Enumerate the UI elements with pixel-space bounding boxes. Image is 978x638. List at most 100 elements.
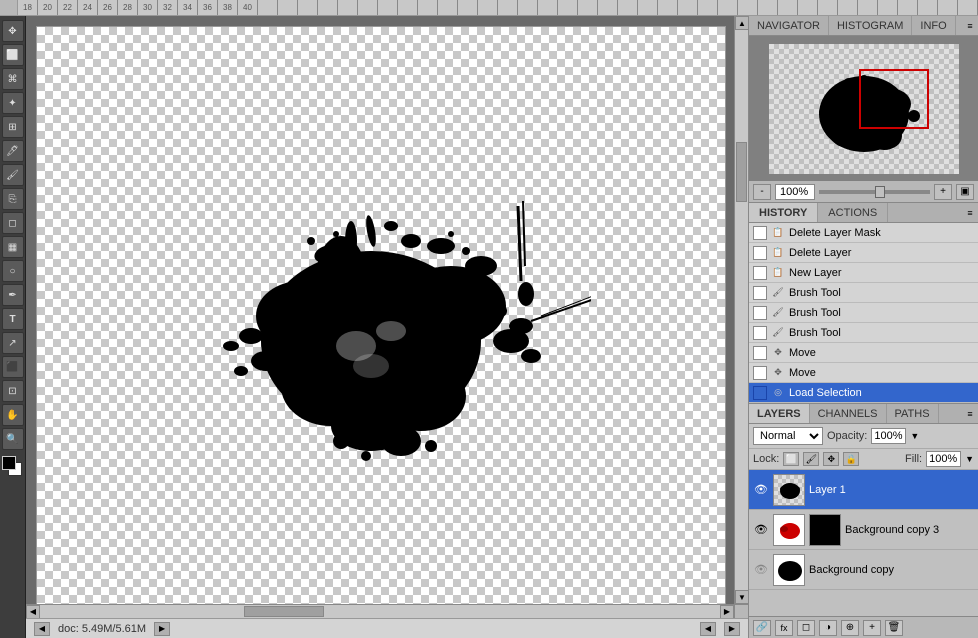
lock-all-btn[interactable]: 🔒 — [843, 452, 859, 466]
zoom-out-button[interactable]: - — [753, 184, 771, 200]
history-item[interactable]: 🖌 Brush Tool — [749, 303, 978, 323]
layer-adjustment-btn[interactable]: ◑ — [819, 620, 837, 636]
history-tabs: HISTORY ACTIONS ≡ — [749, 203, 978, 223]
history-item[interactable]: 🖌 Brush Tool — [749, 323, 978, 343]
lasso-tool-button[interactable]: ⌘ — [2, 68, 24, 90]
magic-wand-tool-button[interactable]: ✦ — [2, 92, 24, 114]
eyedropper-tool-button[interactable]: 🖊 — [2, 140, 24, 162]
canvas-container — [26, 16, 734, 604]
opacity-input[interactable] — [871, 428, 906, 444]
tab-channels[interactable]: CHANNELS — [810, 404, 887, 423]
blend-mode-select[interactable]: Normal — [753, 427, 823, 445]
zoom-input[interactable] — [775, 184, 815, 200]
canvas-scroll-container: ▲ ▼ ◀ ▶ — [26, 16, 748, 618]
history-snap — [753, 346, 767, 360]
eraser-tool-button[interactable]: ◻ — [2, 212, 24, 234]
fill-arrow[interactable]: ▼ — [965, 454, 974, 464]
scroll-track-horizontal[interactable] — [40, 605, 720, 618]
history-item-label: New Layer — [789, 267, 842, 279]
tab-layers[interactable]: LAYERS — [749, 404, 810, 423]
layer-item-bgcopy3[interactable]: 👁 Background copy 3 — [749, 510, 978, 550]
tab-history[interactable]: HISTORY — [749, 203, 818, 222]
lock-pixels-btn[interactable]: ⬜ — [783, 452, 799, 466]
history-item-icon: ✥ — [771, 346, 785, 360]
status-nav-right[interactable]: ▶ — [724, 622, 740, 636]
history-options-btn[interactable]: ≡ — [962, 203, 978, 222]
zoom-slider[interactable] — [819, 190, 930, 194]
tab-navigator[interactable]: NAVIGATOR — [749, 16, 829, 35]
history-item[interactable]: ✥ Move — [749, 343, 978, 363]
history-item[interactable]: ✥ Move — [749, 363, 978, 383]
history-item-icon: 🖌 — [771, 286, 785, 300]
layer-mask-btn[interactable]: ◻ — [797, 620, 815, 636]
layer-group-btn[interactable]: ⊕ — [841, 620, 859, 636]
zoom-fit-button[interactable]: ▣ — [956, 184, 974, 200]
pen-tool-button[interactable]: ✒ — [2, 284, 24, 306]
layer-visibility-eye[interactable]: 👁 — [753, 522, 769, 538]
lock-paint-btn[interactable]: 🖌 — [803, 452, 819, 466]
path-selection-button[interactable]: ↗ — [2, 332, 24, 354]
canvas-vertical-scrollbar[interactable]: ▲ ▼ — [734, 16, 748, 604]
layer-item-bgcopy[interactable]: 👁 Background copy — [749, 550, 978, 590]
tab-info[interactable]: INFO — [912, 16, 955, 35]
layer-link-btn[interactable]: 🔗 — [753, 620, 771, 636]
fill-input[interactable] — [926, 451, 961, 467]
zoom-slider-thumb[interactable] — [875, 186, 885, 198]
history-item-active[interactable]: ◎ Load Selection — [749, 383, 978, 403]
status-left-btn[interactable]: ◀ — [34, 622, 50, 636]
gradient-tool-button[interactable]: ▦ — [2, 236, 24, 258]
zoom-in-button[interactable]: + — [934, 184, 952, 200]
navigator-preview — [749, 36, 978, 181]
dodge-tool-button[interactable]: ○ — [2, 260, 24, 282]
tab-histogram[interactable]: HISTOGRAM — [829, 16, 912, 35]
opacity-arrow[interactable]: ▼ — [910, 431, 919, 441]
layer-fx-btn[interactable]: fx — [775, 620, 793, 636]
status-nav-left[interactable]: ◀ — [700, 622, 716, 636]
shape-tool-button[interactable]: ⬛ — [2, 356, 24, 378]
scroll-right-button[interactable]: ▶ — [720, 605, 734, 619]
marquee-tool-button[interactable]: ⬜ — [2, 44, 24, 66]
history-item[interactable]: 🖌 Brush Tool — [749, 283, 978, 303]
layer-new-btn[interactable]: + — [863, 620, 881, 636]
scroll-up-button[interactable]: ▲ — [735, 16, 748, 30]
scroll-left-button[interactable]: ◀ — [26, 605, 40, 619]
layer-item-layer1[interactable]: 👁 Layer 1 — [749, 470, 978, 510]
brush-tool-button[interactable]: 🖌 — [2, 164, 24, 186]
top-panel-options-btn[interactable]: ≡ — [962, 21, 978, 31]
history-panel: HISTORY ACTIONS ≡ 📋 Delete Layer Mask 📋 … — [749, 203, 978, 404]
type-tool-button[interactable]: T — [2, 308, 24, 330]
left-toolbar: ✥ ⬜ ⌘ ✦ ⊞ 🖊 🖌 ⎘ ◻ ▦ ○ ✒ T ↗ ⬛ ⊡ ✋ 🔍 — [0, 16, 26, 638]
history-item[interactable]: 📋 Delete Layer Mask — [749, 223, 978, 243]
move-tool-button[interactable]: ✥ — [2, 20, 24, 42]
canvas-document[interactable] — [36, 26, 726, 604]
clone-tool-button[interactable]: ⎘ — [2, 188, 24, 210]
tab-actions[interactable]: ACTIONS — [818, 203, 888, 222]
crop-tool-button[interactable]: ⊞ — [2, 116, 24, 138]
layers-lock-bar: Lock: ⬜ 🖌 ✥ 🔒 Fill: ▼ — [749, 449, 978, 470]
history-item[interactable]: 📋 Delete Layer — [749, 243, 978, 263]
scroll-track-vertical[interactable] — [735, 30, 748, 590]
3d-tool-button[interactable]: ⊡ — [2, 380, 24, 402]
zoom-tool-button[interactable]: 🔍 — [2, 428, 24, 450]
scroll-thumb-horizontal[interactable] — [244, 606, 324, 617]
foreground-color-swatch[interactable] — [2, 456, 16, 470]
history-item-icon: 📋 — [771, 246, 785, 260]
history-item[interactable]: 📋 New Layer — [749, 263, 978, 283]
layers-options-btn[interactable]: ≡ — [962, 404, 978, 423]
canvas-area: ▲ ▼ ◀ ▶ ◀ — [26, 16, 748, 638]
layer-delete-btn[interactable]: 🗑 — [885, 620, 903, 636]
layer-thumb-svg — [774, 475, 805, 506]
layers-panel: LAYERS CHANNELS PATHS ≡ Normal Opacity: … — [749, 404, 978, 638]
scroll-thumb-vertical[interactable] — [736, 142, 747, 202]
history-item-icon: 🖌 — [771, 306, 785, 320]
status-right-btn[interactable]: ▶ — [154, 622, 170, 636]
lock-move-btn[interactable]: ✥ — [823, 452, 839, 466]
history-item-label: Delete Layer Mask — [789, 227, 881, 239]
canvas-horizontal-scrollbar[interactable]: ◀ ▶ — [26, 604, 734, 618]
scroll-down-button[interactable]: ▼ — [735, 590, 748, 604]
history-snap — [753, 306, 767, 320]
layer-visibility-eye[interactable]: 👁 — [753, 562, 769, 578]
tab-paths[interactable]: PATHS — [887, 404, 939, 423]
layer-visibility-eye[interactable]: 👁 — [753, 482, 769, 498]
hand-tool-button[interactable]: ✋ — [2, 404, 24, 426]
